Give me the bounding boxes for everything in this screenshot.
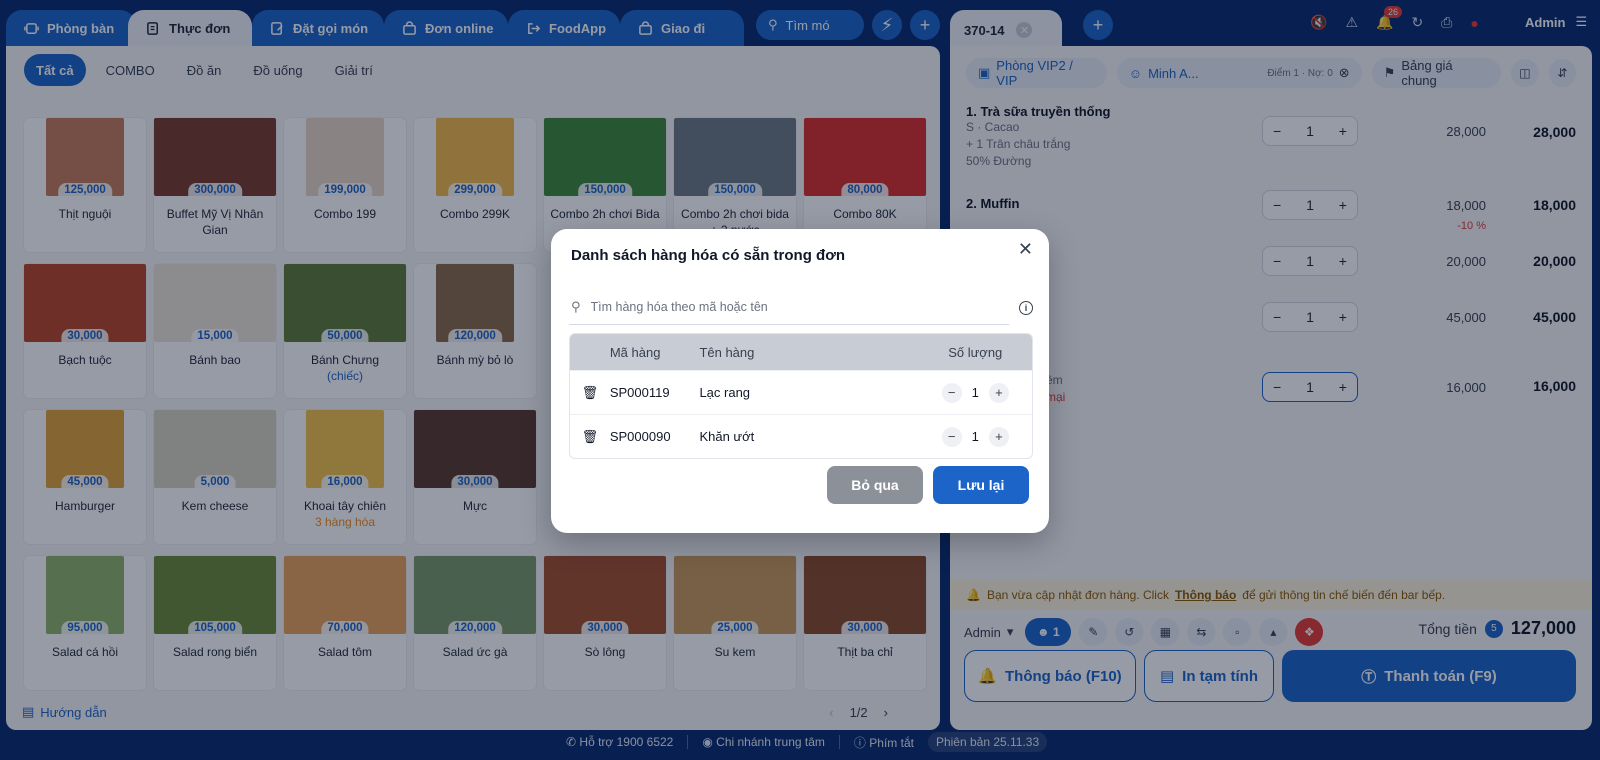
dialog-title: Danh sách hàng hóa có sẵn trong đơn [571,247,846,264]
close-icon[interactable]: ✕ [1018,239,1033,260]
item-code: SP000090 [609,429,671,444]
item-name: Khăn ướt [699,429,755,444]
search-icon: ⚲ [571,298,581,314]
row-quantity-stepper[interactable]: −1 + [918,426,1032,447]
item-code: SP000119 [609,385,670,400]
plus-icon[interactable]: + [988,426,1009,447]
trash-icon[interactable]: 🗑 [582,429,599,445]
table-header: Mã hàng Tên hàng Số lượng [570,334,1032,370]
item-name: Lạc rang [699,385,751,400]
item-search-input[interactable] [590,299,991,314]
save-button[interactable]: Lưu lại [933,466,1029,504]
info-icon[interactable]: i [1019,301,1033,315]
item-search: ⚲ [569,289,1009,325]
col-name-header: Tên hàng [699,344,755,360]
minus-icon[interactable]: − [941,426,962,447]
minus-icon[interactable]: − [941,382,962,403]
items-table: Mã hàng Tên hàng Số lượng 🗑 SP000119 Lạc r… [569,333,1033,459]
quantity-value: 1 [971,385,979,400]
plus-icon[interactable]: + [988,382,1009,403]
col-code-header: Mã hàng [609,344,661,360]
table-row: 🗑 SP000090 Khăn ướt −1 + [570,414,1032,458]
table-row: 🗑 SP000119 Lạc rang −1 + [570,370,1032,414]
available-items-dialog: Danh sách hàng hóa có sẵn trong đơn ✕ ⚲ … [551,229,1049,533]
row-quantity-stepper[interactable]: −1 + [918,382,1032,403]
skip-button[interactable]: Bỏ qua [827,466,923,504]
trash-icon[interactable]: 🗑 [582,385,599,401]
col-qty-header: Số lượng [948,344,1003,360]
dialog-buttons: Bỏ qua Lưu lại [827,466,1029,504]
quantity-value: 1 [971,429,979,444]
